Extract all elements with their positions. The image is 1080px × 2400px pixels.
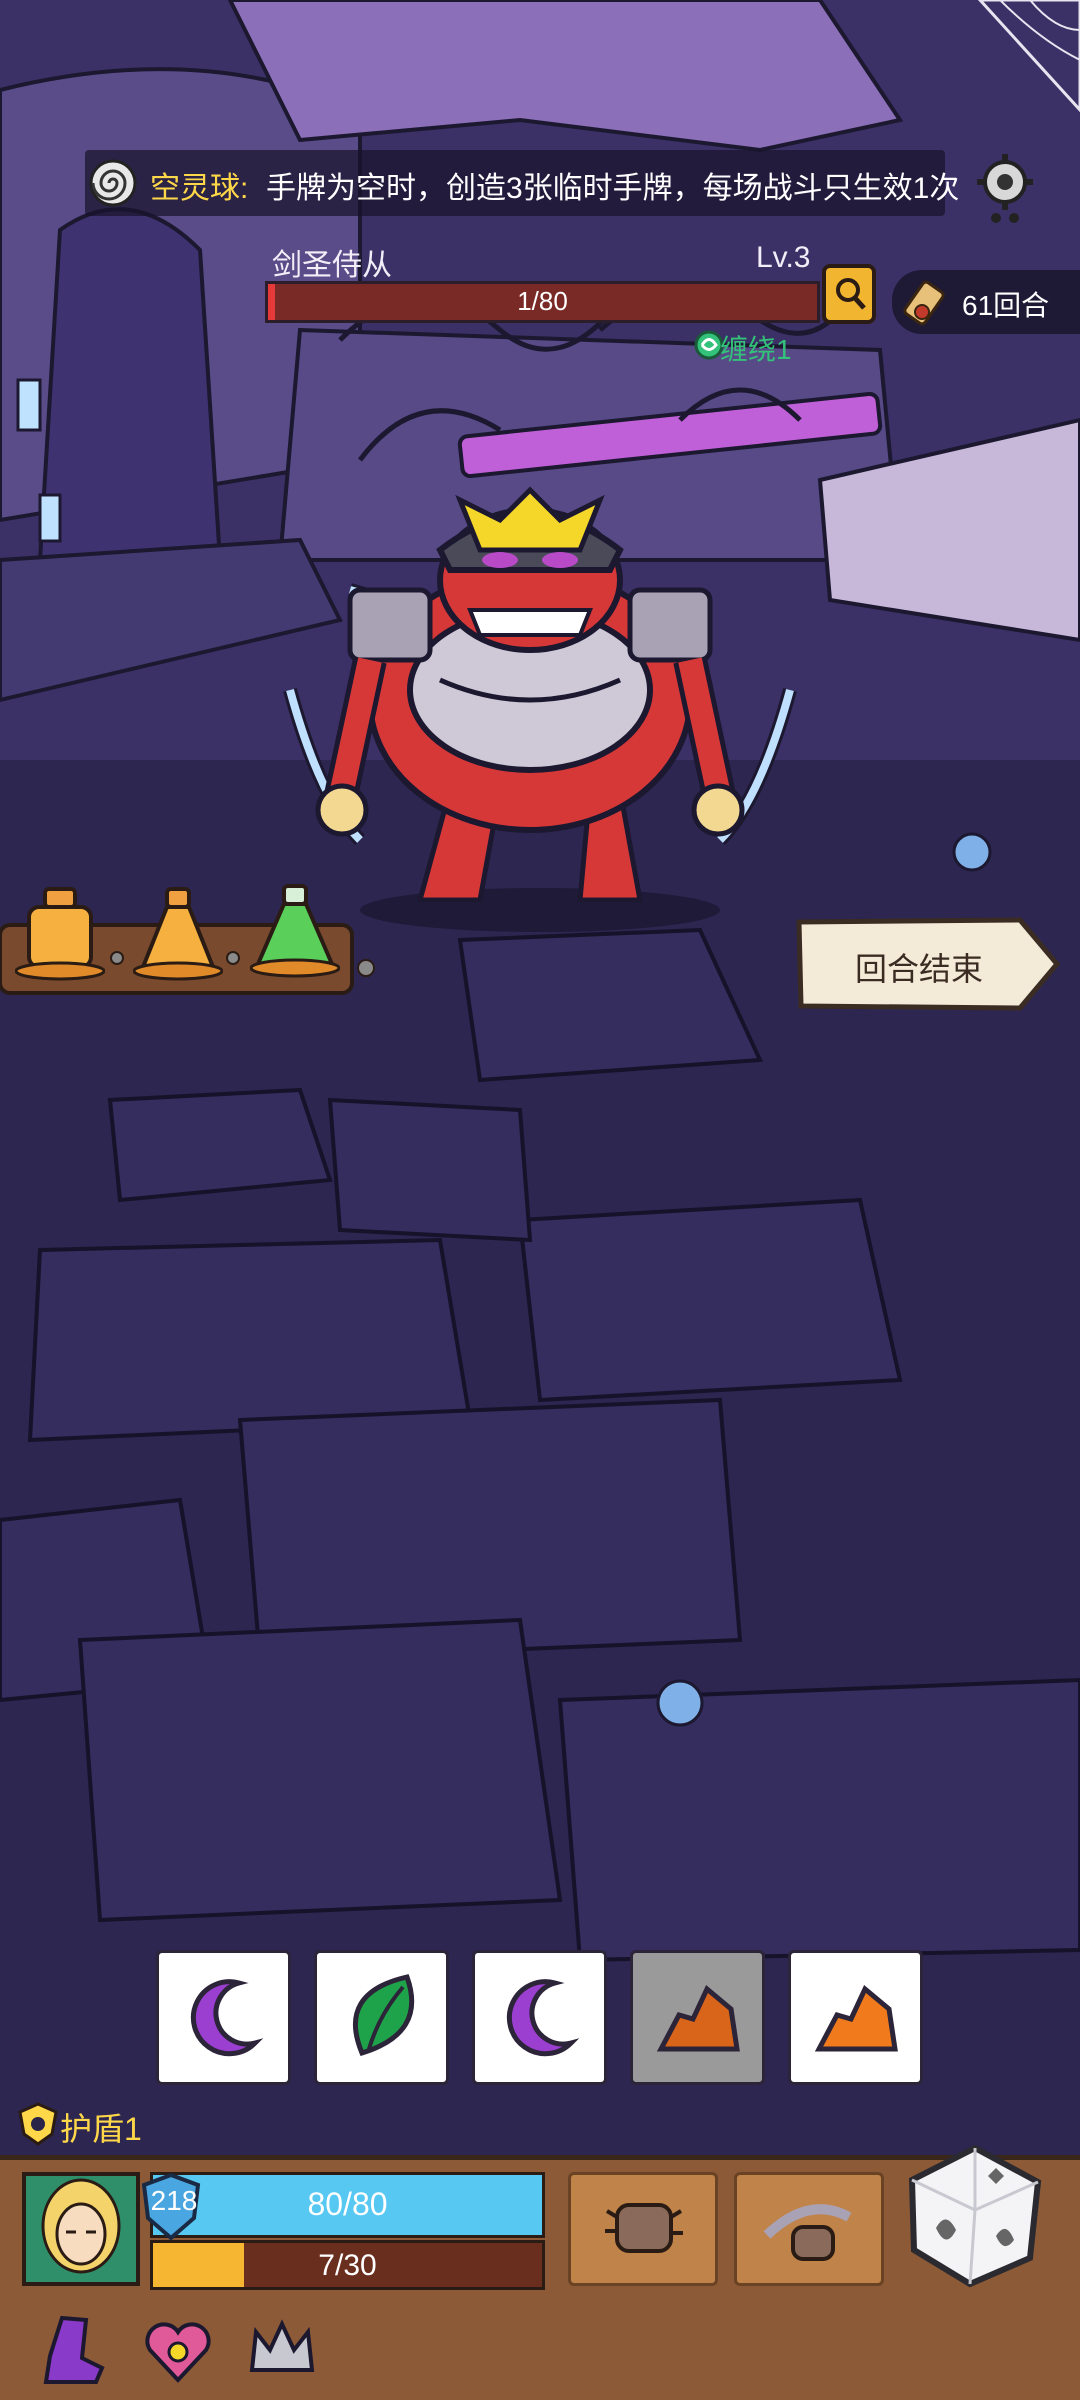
orange-rock-icon [656, 1985, 740, 2052]
gear-icon[interactable] [972, 148, 1038, 228]
turn-count-label: 61回合 [962, 290, 1050, 321]
enemy-name: 剑圣侍从 [272, 249, 392, 282]
heart-amulet-icon[interactable] [138, 2310, 218, 2390]
avatar-portrait [26, 2176, 136, 2282]
green-potion-icon[interactable] [250, 882, 340, 982]
purple-moon-icon [190, 1979, 264, 2057]
purple-boot-icon[interactable] [32, 2310, 112, 2390]
orange-potion-icon[interactable] [133, 885, 223, 985]
dice-card[interactable] [314, 1950, 449, 2085]
enemy-hp-text: 1/80 [517, 286, 568, 316]
enemy-samurai-sprite[interactable] [260, 460, 820, 940]
player-avatar[interactable] [22, 2172, 140, 2286]
purple-moon-icon [506, 1979, 580, 2057]
green-leaf-icon [352, 1974, 415, 2057]
dice-card-disabled[interactable] [630, 1950, 765, 2085]
enemy-status-entangle: 缠绕1 [720, 334, 792, 365]
relic-name: 空灵球: [150, 172, 249, 205]
player-hp-text: 80/80 [307, 2186, 388, 2222]
dice-card[interactable] [472, 1950, 607, 2085]
dice-icon[interactable] [900, 2140, 1050, 2290]
spiral-orb-icon [89, 159, 137, 207]
shield-icon [18, 2102, 58, 2146]
scroll-icon [903, 280, 945, 326]
game-screen: 空灵球: 手牌为空时，创造3张临时手牌，每场战斗只生效1次 剑圣侍从 Lv.3 … [0, 0, 1080, 2400]
spiked-fist-icon [605, 2203, 683, 2253]
skill-slot[interactable] [734, 2172, 884, 2286]
enemy-level: Lv.3 [756, 241, 811, 274]
magnifier-icon[interactable] [820, 262, 878, 326]
shield-label: 护盾1 [60, 2111, 142, 2147]
dice-card[interactable] [156, 1950, 291, 2085]
iron-crown-icon[interactable] [242, 2310, 322, 2390]
end-turn-label: 回合结束 [855, 951, 984, 987]
dash-punch-icon [763, 2204, 852, 2261]
orange-rock-icon [814, 1985, 898, 2052]
dice-card[interactable] [788, 1950, 923, 2085]
skill-slot[interactable] [568, 2172, 718, 2286]
relic-description: 手牌为空时，创造3张临时手牌，每场战斗只生效1次 [266, 172, 960, 205]
orange-potion-icon[interactable] [15, 885, 105, 985]
player-energy-text: 7/30 [318, 2249, 377, 2282]
